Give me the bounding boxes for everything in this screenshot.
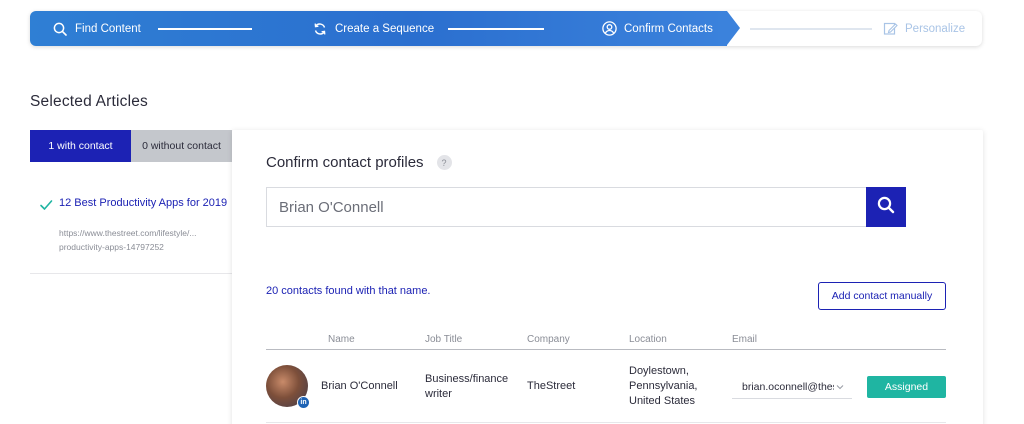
- location-line: Pennsylvania,: [629, 380, 698, 392]
- step-personalize[interactable]: Personalize: [882, 11, 965, 46]
- column-header-job-title: Job Title: [425, 334, 463, 345]
- step-create-sequence[interactable]: Create a Sequence: [312, 11, 434, 46]
- search-icon: [52, 21, 68, 37]
- step-label: Confirm Contacts: [624, 22, 713, 35]
- article-list-item[interactable]: 12 Best Productivity Apps for 2019 https…: [30, 162, 233, 274]
- stepper-connector: [448, 28, 544, 30]
- article-url-line: productivity-apps-14797252: [59, 242, 164, 252]
- check-icon: [39, 198, 53, 212]
- search-icon: [877, 196, 895, 219]
- contact-name: Brian O'Connell: [321, 380, 398, 392]
- job-title-line: writer: [425, 388, 452, 400]
- tab-with-contact[interactable]: 1 with contact: [30, 130, 131, 162]
- card-title-text: Confirm contact profiles: [266, 154, 424, 171]
- refresh-icon: [312, 21, 328, 37]
- column-header-company: Company: [527, 334, 570, 345]
- table-row[interactable]: in Brian O'Connell Business/finance writ…: [266, 351, 946, 423]
- column-header-location: Location: [629, 334, 667, 345]
- tab-without-contact[interactable]: 0 without contact: [131, 130, 232, 162]
- column-header-name: Name: [328, 334, 355, 345]
- contact-job-title: Business/finance writer: [425, 372, 508, 402]
- contact-location: Doylestown, Pennsylvania, United States: [629, 364, 698, 409]
- step-confirm-contacts[interactable]: Confirm Contacts: [601, 11, 713, 46]
- stepper-arrow: [727, 11, 740, 45]
- contacts-table-header: Name Job Title Company Location Email: [266, 334, 946, 350]
- article-filter-tabs: 1 with contact 0 without contact: [30, 130, 232, 162]
- contact-search-input[interactable]: [267, 188, 866, 226]
- article-url-line: https://www.thestreet.com/lifestyle/...: [59, 228, 197, 238]
- contact-company: TheStreet: [527, 380, 576, 392]
- results-count: 20 contacts found with that name.: [266, 285, 431, 297]
- step-find-content[interactable]: Find Content: [52, 11, 141, 46]
- card-title: Confirm contact profiles ?: [266, 154, 452, 171]
- confirm-contacts-card: Confirm contact profiles ? 20 contacts f…: [232, 130, 983, 424]
- assigned-button[interactable]: Assigned: [867, 376, 946, 398]
- user-circle-icon: [601, 21, 617, 37]
- contact-search: [266, 187, 906, 227]
- page-title: Selected Articles: [30, 93, 148, 110]
- edit-icon: [882, 21, 898, 37]
- column-header-email: Email: [732, 334, 758, 345]
- article-title[interactable]: 12 Best Productivity Apps for 2019: [59, 196, 229, 210]
- stepper-connector: [158, 28, 252, 30]
- search-button[interactable]: [866, 187, 906, 227]
- step-label: Personalize: [905, 22, 966, 35]
- job-title-line: Business/finance: [425, 373, 509, 385]
- location-line: Doylestown,: [629, 365, 689, 377]
- location-line: United States: [629, 395, 696, 407]
- stepper-connector: [750, 28, 872, 30]
- step-label: Create a Sequence: [335, 22, 435, 35]
- progress-stepper: Find Content Create a Sequence Confirm C…: [30, 11, 982, 46]
- add-contact-manually-button[interactable]: Add contact manually: [818, 282, 946, 310]
- email-select-value: brian.oconnell@thestreet.com: [742, 380, 834, 393]
- step-label: Find Content: [75, 22, 141, 35]
- email-select[interactable]: brian.oconnell@thestreet.com: [732, 375, 852, 399]
- linkedin-icon[interactable]: in: [297, 396, 310, 409]
- article-url: https://www.thestreet.com/lifestyle/... …: [59, 226, 229, 254]
- help-icon[interactable]: ?: [436, 155, 452, 170]
- chevron-down-icon: [836, 381, 844, 393]
